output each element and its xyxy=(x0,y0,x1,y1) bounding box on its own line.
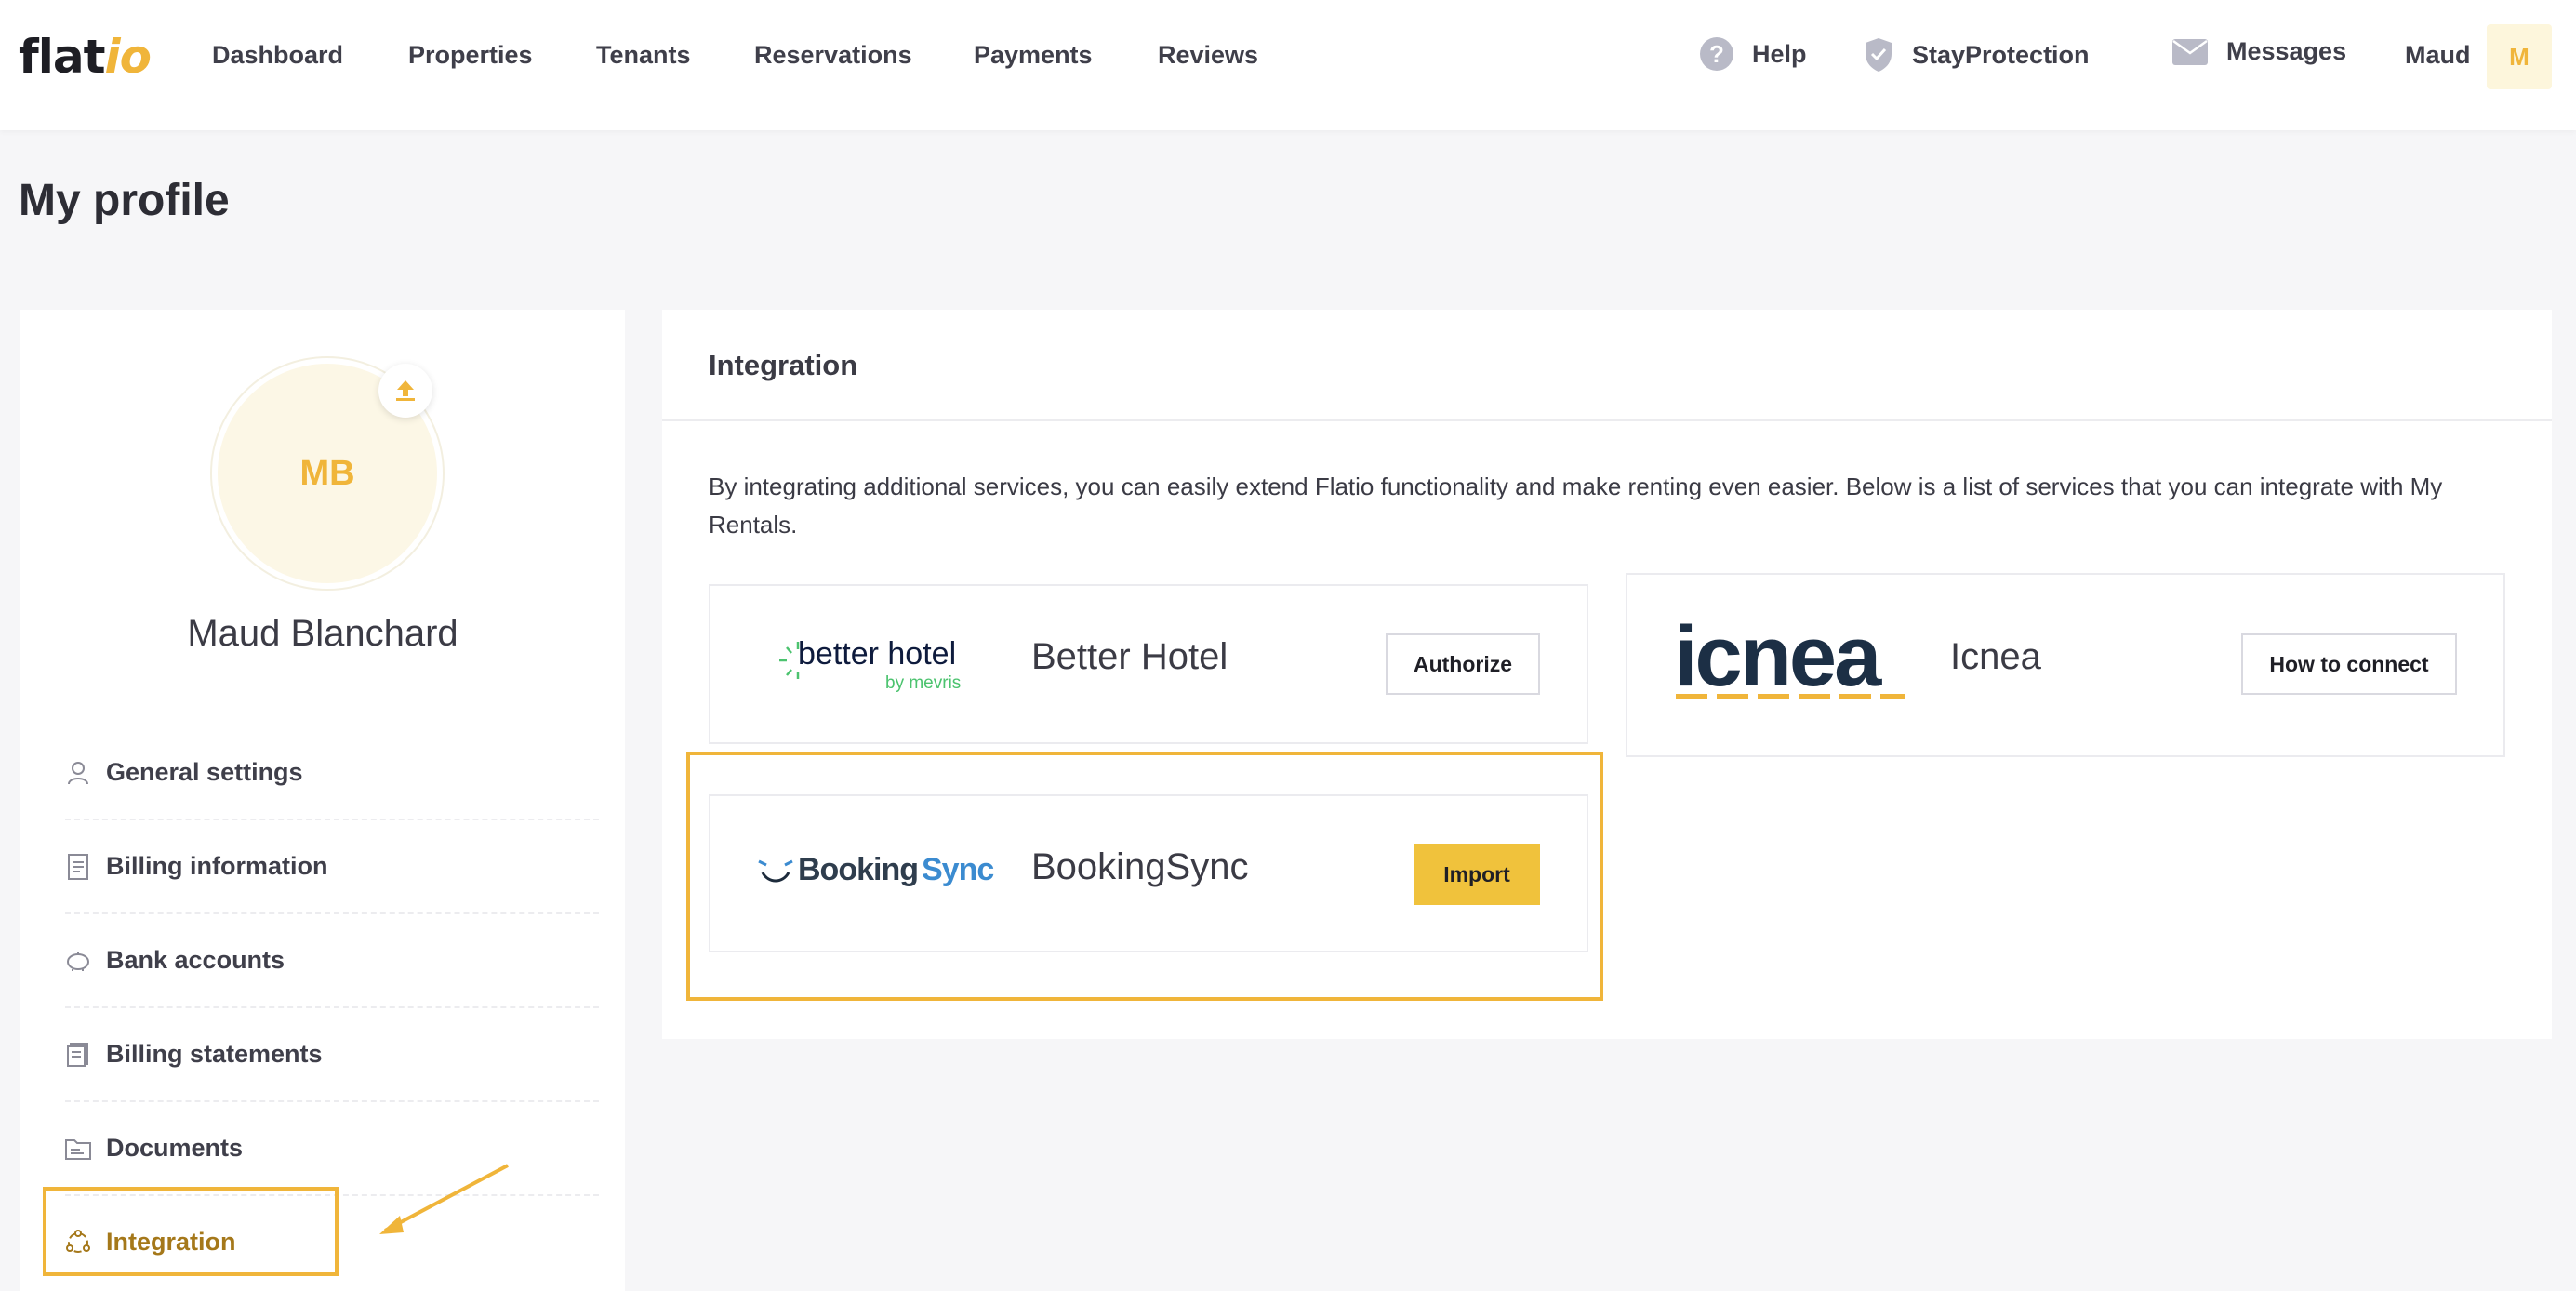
menu-label: Documents xyxy=(106,1134,244,1162)
nav-dashboard[interactable]: Dashboard xyxy=(212,41,343,70)
stayprotection-link[interactable]: StayProtection xyxy=(1864,37,2090,73)
nav-properties[interactable]: Properties xyxy=(408,41,533,70)
nav-payments[interactable]: Payments xyxy=(974,41,1093,70)
nav-tenants[interactable]: Tenants xyxy=(596,41,691,70)
service-better-hotel: better hotel by mevris Better Hotel Auth… xyxy=(709,584,1588,744)
messages-link[interactable]: Messages xyxy=(2172,37,2346,66)
user-icon xyxy=(65,760,91,786)
menu-bank-accounts[interactable]: Bank accounts xyxy=(65,914,599,1008)
icnea-logo-underline xyxy=(1676,694,1905,699)
icnea-logo: icnea xyxy=(1674,610,1916,714)
profile-initials: MB xyxy=(299,453,355,493)
how-to-connect-button[interactable]: How to connect xyxy=(2241,633,2457,695)
logo-accent-text: io xyxy=(104,30,152,84)
better-hotel-logo-text: better hotel xyxy=(798,636,957,672)
service-name: Icnea xyxy=(1950,636,2041,677)
icnea-logo-text: icnea xyxy=(1674,609,1881,704)
user-menu-name[interactable]: Maud xyxy=(2405,41,2471,70)
menu-label: Billing information xyxy=(106,852,328,880)
shield-icon xyxy=(1866,38,1892,72)
annotation-arrow-icon xyxy=(379,1164,509,1234)
help-label: Help xyxy=(1752,39,1807,68)
service-icnea: icnea Icnea How to connect xyxy=(1626,573,2505,757)
folder-icon xyxy=(65,1136,91,1162)
profile-full-name: Maud Blanchard xyxy=(187,613,458,654)
envelope-icon xyxy=(2172,38,2208,65)
menu-label: General settings xyxy=(106,758,303,786)
help-link[interactable]: ? Help xyxy=(1700,37,1807,71)
nav-reviews[interactable]: Reviews xyxy=(1158,41,1258,70)
better-hotel-logo: better hotel by mevris xyxy=(777,632,973,698)
question-icon: ? xyxy=(1700,37,1733,71)
better-hotel-logo-sub: by mevris xyxy=(885,673,962,693)
menu-label: Billing statements xyxy=(106,1040,323,1068)
divider xyxy=(662,419,2552,421)
menu-general-settings[interactable]: General settings xyxy=(65,726,599,820)
messages-label: Messages xyxy=(2226,37,2347,65)
nav-reservations[interactable]: Reservations xyxy=(754,41,912,70)
authorize-button[interactable]: Authorize xyxy=(1386,633,1540,695)
logo-main-text: flat xyxy=(19,30,106,84)
upload-icon xyxy=(396,380,415,401)
service-name: Better Hotel xyxy=(1031,636,1228,677)
profile-sidebar: MB Maud Blanchard General settings Billi… xyxy=(20,310,625,1291)
flatio-logo[interactable]: flatio xyxy=(19,30,152,86)
integration-highlight-box xyxy=(43,1187,339,1276)
menu-label: Bank accounts xyxy=(106,946,285,974)
document-icon xyxy=(65,853,91,880)
top-navigation-bar: flatio Dashboard Properties Tenants Rese… xyxy=(0,0,2576,130)
bookingsync-highlight-box xyxy=(686,752,1603,1001)
integration-title: Integration xyxy=(709,349,858,381)
upload-photo-button[interactable] xyxy=(378,364,432,418)
integration-intro: By integrating additional services, you … xyxy=(709,472,2443,539)
page-title: My profile xyxy=(19,176,230,225)
menu-billing-information[interactable]: Billing information xyxy=(65,820,599,914)
user-avatar[interactable]: M xyxy=(2487,24,2552,89)
menu-billing-statements[interactable]: Billing statements xyxy=(65,1008,599,1102)
piggy-bank-icon xyxy=(65,948,91,974)
stayprotection-label: StayProtection xyxy=(1912,40,2090,69)
stack-icon xyxy=(65,1042,91,1068)
